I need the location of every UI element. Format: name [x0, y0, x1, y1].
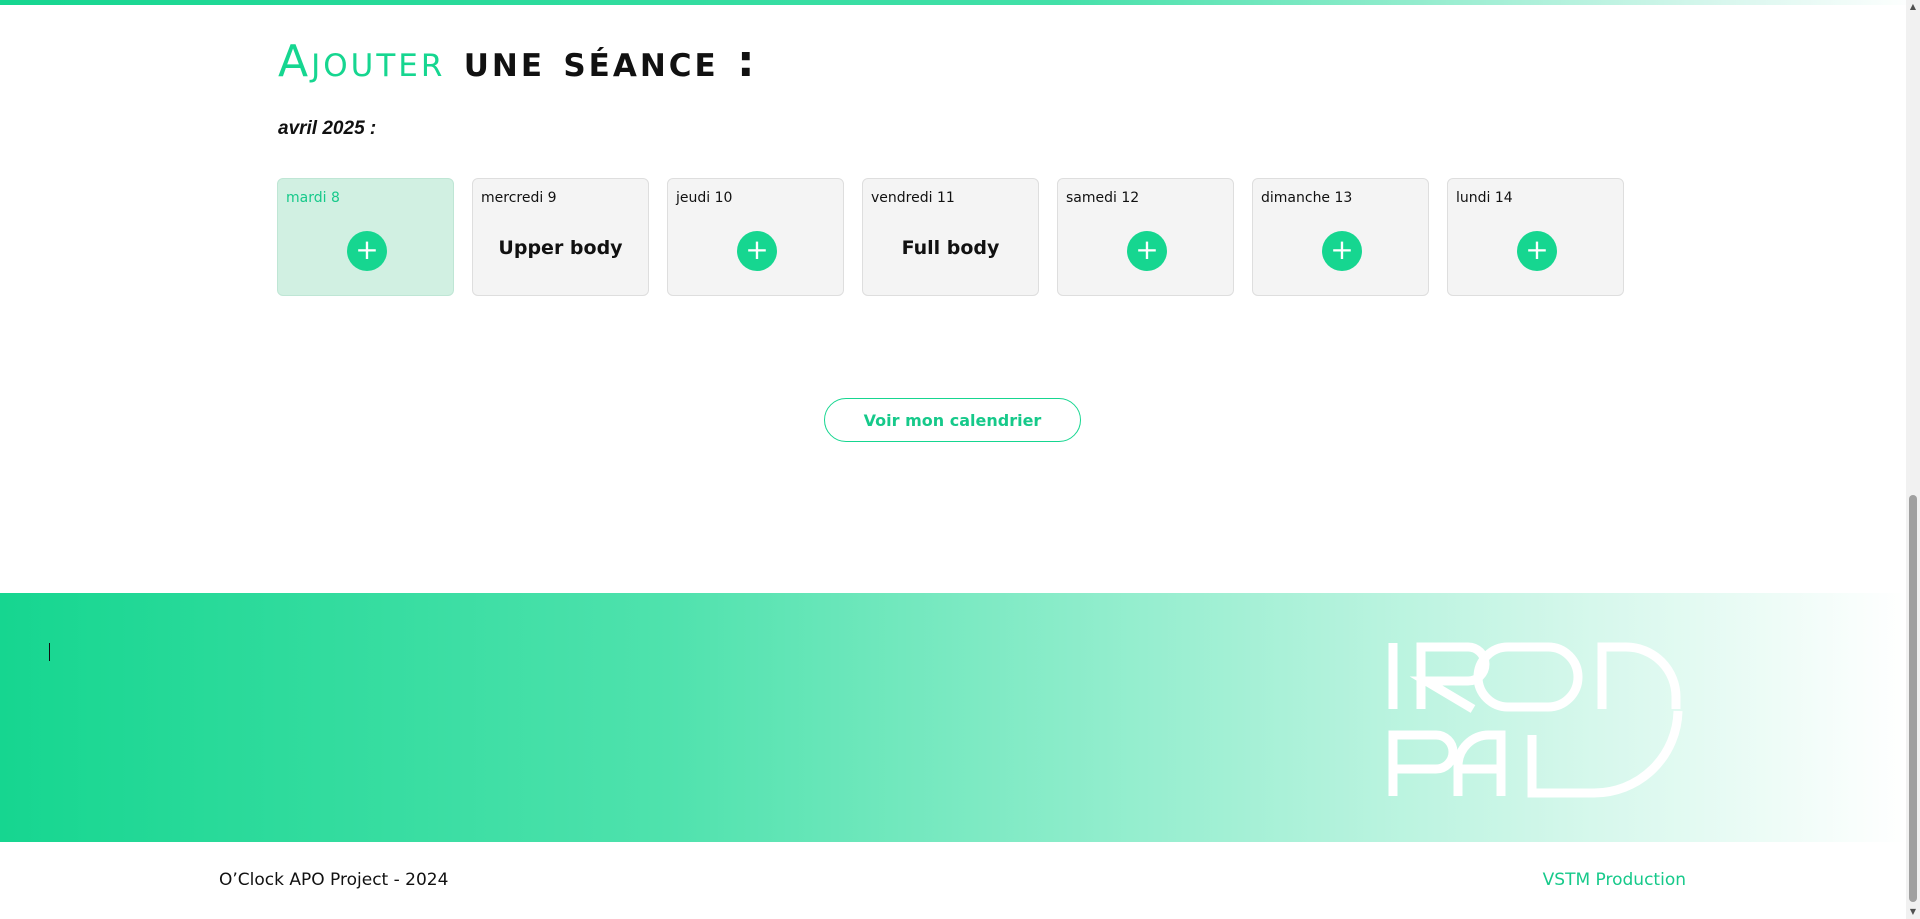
month-label: avril 2025 :	[278, 118, 377, 139]
page-content: Ajouter une séance : avril 2025 : mardi …	[0, 0, 1906, 919]
footer-bottom: O’Clock APO Project - 2024 VSTM Producti…	[0, 842, 1906, 919]
day-card-dimanche-13[interactable]: dimanche 13 +	[1252, 178, 1429, 296]
plus-icon: +	[355, 233, 379, 266]
day-label: dimanche 13	[1261, 190, 1353, 206]
day-label: mardi 8	[286, 190, 340, 206]
day-card-lundi-14[interactable]: lundi 14 +	[1447, 178, 1624, 296]
page-title-rest: une séance :	[445, 36, 758, 87]
add-session-button[interactable]: +	[347, 231, 387, 271]
add-session-button[interactable]: +	[1322, 231, 1362, 271]
day-picker: mardi 8 + mercredi 9 Upper body jeudi 10…	[277, 178, 1624, 298]
day-card-mercredi-9[interactable]: mercredi 9 Upper body	[472, 178, 649, 296]
day-label: jeudi 10	[676, 190, 733, 206]
plus-icon: +	[1525, 233, 1549, 266]
footer-banner	[0, 593, 1906, 842]
page-title-accent: Ajouter	[278, 36, 446, 87]
day-label: mercredi 9	[481, 190, 557, 206]
ironpal-logo	[1388, 642, 1683, 798]
credits-link[interactable]: VSTM Production	[1543, 870, 1686, 890]
add-session-button[interactable]: +	[1127, 231, 1167, 271]
scrollbar-thumb[interactable]	[1909, 495, 1917, 902]
add-session-button[interactable]: +	[737, 231, 777, 271]
text-cursor	[49, 643, 50, 661]
day-label: samedi 12	[1066, 190, 1140, 206]
plus-icon: +	[1330, 233, 1354, 266]
view-calendar-button[interactable]: Voir mon calendrier	[824, 398, 1081, 442]
session-name[interactable]: Upper body	[473, 237, 648, 259]
plus-icon: +	[1135, 233, 1159, 266]
scroll-down-arrow-icon[interactable]: ▼	[1906, 905, 1920, 919]
day-label: lundi 14	[1456, 190, 1513, 206]
page-title: Ajouter une séance :	[278, 34, 758, 90]
day-label: vendredi 11	[871, 190, 955, 206]
day-card-jeudi-10[interactable]: jeudi 10 +	[667, 178, 844, 296]
day-card-samedi-12[interactable]: samedi 12 +	[1057, 178, 1234, 296]
scroll-up-arrow-icon[interactable]: ▲	[1906, 0, 1920, 14]
session-name[interactable]: Full body	[863, 237, 1038, 259]
vertical-scrollbar[interactable]: ▲ ▼	[1906, 0, 1920, 919]
day-card-mardi-8[interactable]: mardi 8 +	[277, 178, 454, 296]
add-session-button[interactable]: +	[1517, 231, 1557, 271]
day-card-vendredi-11[interactable]: vendredi 11 Full body	[862, 178, 1039, 296]
copyright-text: O’Clock APO Project - 2024	[219, 870, 449, 890]
plus-icon: +	[745, 233, 769, 266]
